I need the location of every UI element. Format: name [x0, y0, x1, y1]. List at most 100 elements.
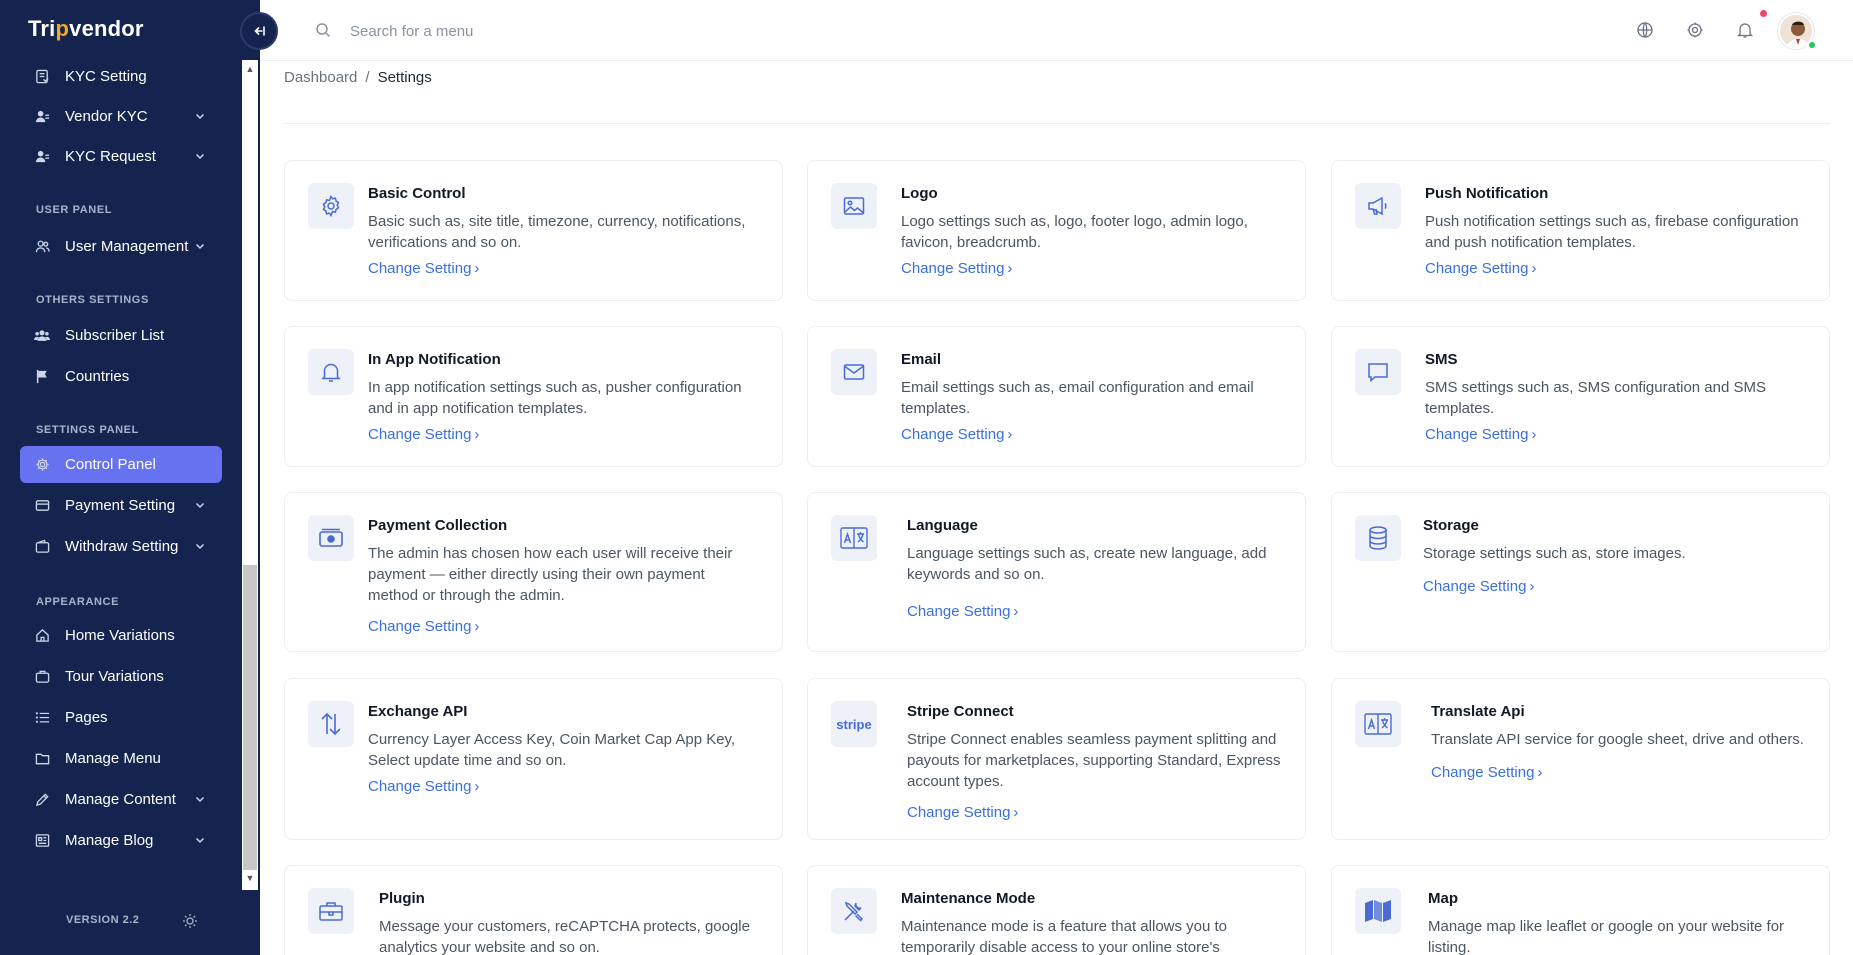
image-icon	[831, 183, 877, 229]
scroll-up-icon[interactable]: ▲	[245, 64, 255, 74]
card-description-line: Translate API service for google sheet, …	[1431, 731, 1804, 748]
translate-icon	[1355, 701, 1401, 747]
settings-card: Payment Collection The admin has chosen h…	[284, 492, 783, 652]
sidebar-item-label: Tour Variations	[65, 668, 164, 685]
sidebar-item-label: Subscriber List	[65, 327, 165, 344]
version-label: VERSION 2.2	[66, 914, 140, 926]
chevron-right-icon: ›	[474, 426, 480, 443]
toolbox-icon	[308, 888, 354, 934]
search-icon	[316, 23, 331, 38]
sidebar-item-vendor-kyc[interactable]: Vendor KYC	[20, 98, 222, 135]
change-setting-link[interactable]: Change Setting ›	[368, 618, 479, 635]
section-user-panel: USER PANEL	[36, 204, 113, 216]
sidebar-item-subscriber-list[interactable]: Subscriber List	[20, 317, 222, 354]
breadcrumb-home[interactable]: Dashboard	[284, 69, 357, 86]
chat-icon	[1355, 349, 1401, 395]
card-title: Stripe Connect	[907, 703, 1014, 720]
sidebar-item-kyc-setting[interactable]: KYC Setting	[20, 58, 222, 95]
card-description-line: Currency Layer Access Key, Coin Market C…	[368, 731, 736, 748]
sidebar-item-manage-blog[interactable]: Manage Blog	[20, 822, 222, 859]
globe-icon[interactable]	[1636, 21, 1654, 39]
change-setting-label: Change Setting	[901, 426, 1005, 443]
notification-badge	[1760, 10, 1767, 17]
bell-icon[interactable]	[1736, 21, 1754, 39]
sidebar-item-payment-setting[interactable]: Payment Setting	[20, 487, 222, 524]
sidebar-item-manage-menu[interactable]: Manage Menu	[20, 740, 222, 777]
change-setting-link[interactable]: Change Setting ›	[368, 426, 479, 443]
stripe-icon: stripe	[831, 701, 877, 747]
card-title: Payment Collection	[368, 517, 508, 534]
change-setting-link[interactable]: Change Setting ›	[1425, 426, 1536, 443]
sidebar-item-manage-content[interactable]: Manage Content	[20, 781, 222, 818]
search-input[interactable]	[350, 18, 750, 44]
sidebar-item-withdraw-setting[interactable]: Withdraw Setting	[20, 528, 222, 565]
group-icon	[34, 328, 50, 344]
card-description-line: Maintenance mode is a feature that allow…	[901, 918, 1228, 935]
change-setting-link[interactable]: Change Setting ›	[1431, 764, 1542, 781]
scroll-down-icon[interactable]: ▼	[245, 873, 255, 883]
section-others-settings: OTHERS SETTINGS	[36, 294, 149, 306]
sidebar-item-label: Payment Setting	[65, 497, 176, 514]
gear-icon	[308, 183, 354, 229]
list-icon	[34, 710, 50, 726]
change-setting-link[interactable]: Change Setting ›	[1423, 578, 1534, 595]
sidebar-item-user-management[interactable]: User Management	[20, 228, 222, 265]
settings-card: Push Notification Push notification setti…	[1331, 160, 1830, 301]
gear-icon[interactable]	[1686, 21, 1704, 39]
change-setting-label: Change Setting	[1425, 260, 1529, 277]
change-setting-link[interactable]: Change Setting ›	[368, 778, 479, 795]
sidebar-scrollbar-thumb[interactable]	[243, 565, 257, 870]
card-title: Maintenance Mode	[901, 890, 1036, 907]
sidebar-item-tour-variations[interactable]: Tour Variations	[20, 658, 222, 695]
sidebar-item-kyc-request[interactable]: KYC Request	[20, 138, 222, 175]
chevron-right-icon: ›	[1013, 804, 1019, 821]
chevron-down-icon	[195, 502, 205, 509]
users-icon	[34, 149, 50, 165]
collapse-sidebar-button[interactable]	[240, 12, 278, 50]
chevron-right-icon: ›	[1007, 426, 1013, 443]
chevron-right-icon: ›	[1007, 260, 1013, 277]
card-description-line: temporarily disable access to your onlin…	[901, 939, 1220, 955]
settings-card: Email Email settings such as, email confi…	[807, 326, 1306, 467]
sidebar-item-label: Vendor KYC	[65, 108, 148, 125]
card-title: In App Notification	[368, 351, 501, 368]
chevron-right-icon: ›	[1531, 260, 1537, 277]
change-setting-label: Change Setting	[1425, 426, 1529, 443]
topbar	[260, 0, 1853, 61]
megaphone-icon	[1355, 183, 1401, 229]
change-setting-label: Change Setting	[368, 618, 472, 635]
sidebar-item-control-panel[interactable]: Control Panel	[20, 446, 222, 483]
sidebar-item-label: Manage Blog	[65, 832, 154, 849]
change-setting-link[interactable]: Change Setting ›	[901, 426, 1012, 443]
change-setting-link[interactable]: Change Setting ›	[368, 260, 479, 277]
card-description-line: templates.	[1425, 400, 1495, 417]
card-description: Message your customers, reCAPTCHA protec…	[379, 916, 750, 955]
change-setting-link[interactable]: Change Setting ›	[907, 603, 1018, 620]
change-setting-link[interactable]: Change Setting ›	[907, 804, 1018, 821]
chevron-right-icon: ›	[474, 778, 480, 795]
card-description-line: and in app notification templates.	[368, 400, 588, 417]
change-setting-link[interactable]: Change Setting ›	[1425, 260, 1536, 277]
settings-card: Basic Control Basic such as, site title, …	[284, 160, 783, 301]
breadcrumb-separator: /	[365, 69, 370, 86]
card-description-line: favicon, breadcrumb.	[901, 234, 1042, 251]
change-setting-link[interactable]: Change Setting ›	[901, 260, 1012, 277]
sidebar-item-pages[interactable]: Pages	[20, 699, 222, 736]
sun-icon[interactable]	[182, 913, 198, 929]
section-settings-panel: SETTINGS PANEL	[36, 424, 139, 436]
chevron-down-icon	[195, 153, 205, 160]
brand-text-2: p	[55, 16, 70, 41]
sidebar-item-label: KYC Setting	[65, 68, 147, 85]
card-description-line: and push notification templates.	[1425, 234, 1636, 251]
blog-icon	[34, 833, 50, 849]
card-title: Email	[901, 351, 942, 368]
brand-logo[interactable]: Tripvendor	[28, 16, 144, 42]
sidebar-item-home-variations[interactable]: Home Variations	[20, 617, 222, 654]
settings-card: Language Language settings such as, creat…	[807, 492, 1306, 652]
card-title: Map	[1428, 890, 1458, 907]
sidebar-item-label: User Management	[65, 238, 189, 255]
sidebar-item-countries[interactable]: Countries	[20, 358, 222, 395]
card-description: Language settings such as, create new la…	[907, 543, 1266, 585]
settings-card: Map Manage map like leaflet or google on …	[1331, 865, 1830, 955]
card-description-line: payment — either directly using their ow…	[368, 566, 705, 583]
